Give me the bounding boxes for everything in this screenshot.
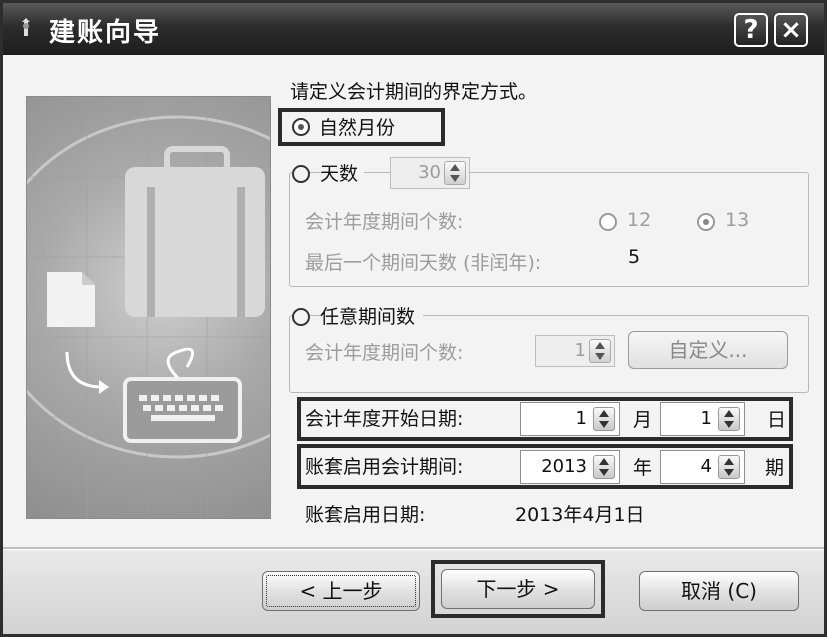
fiscal-start-month-spinner[interactable]: 1: [520, 402, 620, 436]
last-period-days-label: 最后一个期间天数 (非闰年):: [305, 252, 542, 274]
days-spinner-arrows[interactable]: [444, 161, 466, 185]
enable-period-arrows[interactable]: [718, 455, 740, 479]
instruction-text: 请定义会计期间的界定方式。: [290, 81, 538, 103]
period-12-radio[interactable]: [599, 213, 617, 231]
arbitrary-spinner-arrows[interactable]: [589, 339, 611, 363]
arbitrary-period-value: 1: [574, 340, 586, 361]
button-bar: < 上一步 下一步 > 取消 (C): [3, 550, 824, 634]
fiscal-start-month-value: 1: [575, 408, 587, 429]
fiscal-start-day-spinner[interactable]: 1: [660, 402, 745, 436]
title-bar[interactable]: 建账向导 ? ×: [3, 3, 824, 55]
natural-month-radio[interactable]: [292, 118, 310, 136]
wizard-side-illustration: [26, 96, 271, 519]
fiscal-start-label: 会计年度开始日期:: [305, 408, 464, 430]
last-period-days-value: 5: [628, 246, 641, 268]
period-13-label: 13: [725, 209, 750, 231]
arbitrary-periods-label: 任意期间数: [320, 302, 424, 329]
close-button[interactable]: ×: [774, 13, 808, 47]
fiscal-start-day-arrows[interactable]: [718, 407, 740, 431]
enable-date-value: 2013年4月1日: [515, 504, 645, 526]
enable-year-arrows[interactable]: [593, 455, 615, 479]
cancel-button[interactable]: 取消 (C): [639, 571, 799, 611]
day-unit-label: 日: [767, 409, 787, 431]
enable-period-label: 账套启用会计期间:: [305, 456, 464, 478]
fiscal-start-day-value: 1: [700, 408, 712, 429]
next-button[interactable]: 下一步 >: [441, 569, 595, 609]
help-button[interactable]: ?: [734, 13, 768, 47]
enable-date-label: 账套启用日期:: [305, 504, 426, 526]
month-unit-label: 月: [633, 409, 653, 431]
window-title: 建账向导: [49, 18, 162, 48]
enable-year-spinner[interactable]: 2013: [520, 450, 620, 484]
arbitrary-period-count-label: 会计年度期间个数:: [305, 342, 464, 364]
illustration-graphic: [27, 97, 270, 518]
days-label: 天数: [320, 159, 365, 186]
days-period-count-label: 会计年度期间个数:: [305, 211, 464, 233]
wizard-content: 请定义会计期间的界定方式。 自然月份 天数 30 会计年度期间个数: 12 13…: [3, 55, 824, 547]
year-unit-label: 年: [633, 457, 653, 479]
arbitrary-period-spinner[interactable]: 1: [535, 335, 615, 367]
fiscal-start-month-arrows[interactable]: [593, 407, 615, 431]
period-unit-label: 期: [765, 457, 785, 479]
enable-year-value: 2013: [541, 456, 587, 477]
arbitrary-periods-radio[interactable]: [292, 308, 310, 326]
period-13-radio[interactable]: [697, 213, 715, 231]
enable-period-spinner[interactable]: 4: [660, 450, 745, 484]
setup-wizard-dialog: 建账向导 ? × 请定义会计期间的界定方式。 自然月份 天数 30 会计年度期间…: [0, 0, 827, 637]
enable-period-value: 4: [700, 456, 712, 477]
custom-button[interactable]: 自定义...: [628, 331, 788, 369]
natural-month-label: 自然月份: [319, 117, 396, 139]
app-icon: [22, 18, 30, 36]
days-radio[interactable]: [292, 165, 310, 183]
days-spinner[interactable]: 30: [390, 157, 470, 189]
period-12-label: 12: [627, 209, 652, 231]
back-button[interactable]: < 上一步: [262, 571, 420, 611]
days-value: 30: [418, 162, 441, 183]
